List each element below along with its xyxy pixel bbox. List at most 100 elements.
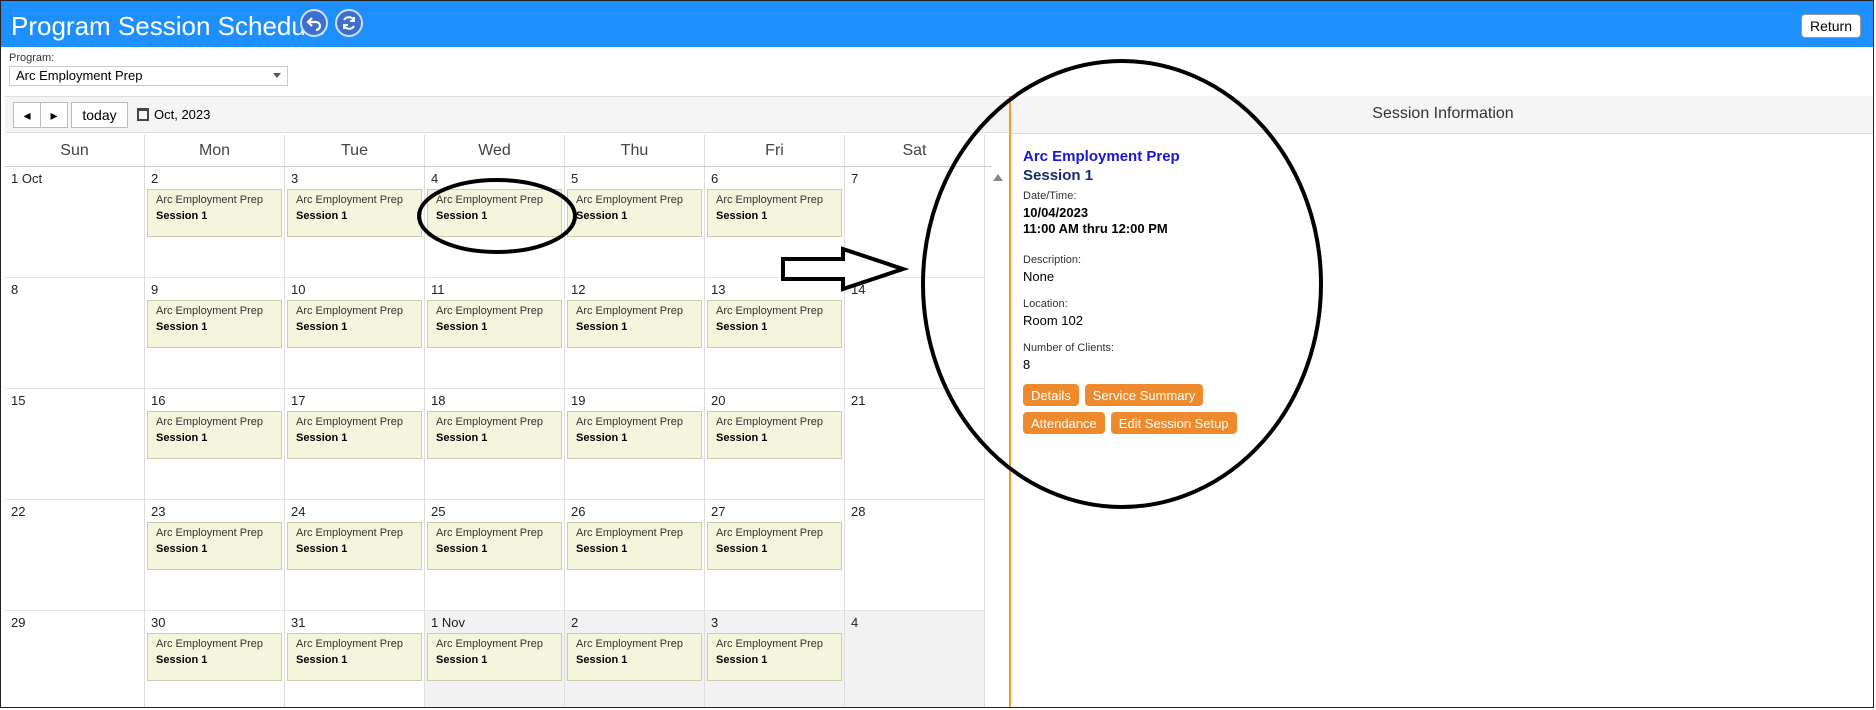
day-number: 22 xyxy=(11,504,26,519)
edit-session-setup-button[interactable]: Edit Session Setup xyxy=(1110,412,1237,434)
session-event[interactable]: Arc Employment Prep Session 1 xyxy=(427,633,562,681)
return-button[interactable]: Return xyxy=(1800,14,1861,38)
calendar-day[interactable]: 25 Arc Employment Prep Session 1 xyxy=(425,500,565,611)
session-event[interactable]: Arc Employment Prep Session 1 xyxy=(707,300,842,348)
next-month-button[interactable]: ▸ xyxy=(40,102,68,128)
event-session: Session 1 xyxy=(156,543,208,555)
calendar-day[interactable]: 4 xyxy=(845,611,985,707)
calendar-week: 8 9 Arc Employment Prep Session 1 10 Arc Empl… xyxy=(5,278,991,389)
calendar-day[interactable]: 6 Arc Employment Prep Session 1 xyxy=(705,167,845,278)
day-number: 26 xyxy=(571,504,586,519)
event-session: Session 1 xyxy=(436,432,488,444)
session-event[interactable]: Arc Employment Prep Session 1 xyxy=(427,189,562,237)
today-button[interactable]: today xyxy=(71,102,128,128)
day-number: 3 xyxy=(711,615,719,630)
program-select[interactable]: Arc Employment Prep xyxy=(9,66,288,86)
calendar-day[interactable]: 23 Arc Employment Prep Session 1 xyxy=(145,500,285,611)
session-event[interactable]: Arc Employment Prep Session 1 xyxy=(147,633,282,681)
session-event[interactable]: Arc Employment Prep Session 1 xyxy=(567,633,702,681)
calendar-day[interactable]: 20 Arc Employment Prep Session 1 xyxy=(705,389,845,500)
calendar-day[interactable]: 14 xyxy=(845,278,985,389)
calendar-day[interactable]: 1 Oct xyxy=(5,167,145,278)
calendar-day[interactable]: 10 Arc Employment Prep Session 1 xyxy=(285,278,425,389)
calendar-day[interactable]: 26 Arc Employment Prep Session 1 xyxy=(565,500,705,611)
scroll-up-icon[interactable] xyxy=(993,174,1003,181)
chevron-down-icon xyxy=(273,73,281,78)
calendar-day[interactable]: 2 Arc Employment Prep Session 1 xyxy=(565,611,705,707)
session-event[interactable]: Arc Employment Prep Session 1 xyxy=(567,300,702,348)
calendar-day[interactable]: 19 Arc Employment Prep Session 1 xyxy=(565,389,705,500)
calendar-day[interactable]: 18 Arc Employment Prep Session 1 xyxy=(425,389,565,500)
session-event[interactable]: Arc Employment Prep Session 1 xyxy=(287,189,422,237)
prev-month-button[interactable]: ◂ xyxy=(13,102,41,128)
page-title: Program Session Schedule xyxy=(11,11,327,41)
day-number: 19 xyxy=(571,393,586,408)
event-program: Arc Employment Prep xyxy=(296,305,403,317)
session-event[interactable]: Arc Employment Prep Session 1 xyxy=(427,300,562,348)
event-session: Session 1 xyxy=(716,543,768,555)
attendance-button[interactable]: Attendance xyxy=(1023,412,1105,434)
details-button[interactable]: Details xyxy=(1023,384,1079,406)
calendar-day[interactable]: 8 xyxy=(5,278,145,389)
clients-label: Number of Clients: xyxy=(1023,342,1115,354)
session-event[interactable]: Arc Employment Prep Session 1 xyxy=(147,189,282,237)
program-label: Program: xyxy=(9,52,55,64)
calendar-day[interactable]: 15 xyxy=(5,389,145,500)
calendar-day[interactable]: 22 xyxy=(5,500,145,611)
day-number: 1 Oct xyxy=(11,171,43,186)
calendar-scrollbar[interactable] xyxy=(991,166,1005,707)
session-event[interactable]: Arc Employment Prep Session 1 xyxy=(707,522,842,570)
day-number: 24 xyxy=(291,504,306,519)
session-event[interactable]: Arc Employment Prep Session 1 xyxy=(567,189,702,237)
day-number: 16 xyxy=(151,393,166,408)
session-event[interactable]: Arc Employment Prep Session 1 xyxy=(427,411,562,459)
calendar-day[interactable]: 28 xyxy=(845,500,985,611)
session-event[interactable]: Arc Employment Prep Session 1 xyxy=(287,300,422,348)
session-event[interactable]: Arc Employment Prep Session 1 xyxy=(707,189,842,237)
session-event[interactable]: Arc Employment Prep Session 1 xyxy=(147,411,282,459)
calendar-day[interactable]: 3 Arc Employment Prep Session 1 xyxy=(705,611,845,707)
calendar-day[interactable]: 21 xyxy=(845,389,985,500)
calendar-day[interactable]: 5 Arc Employment Prep Session 1 xyxy=(565,167,705,278)
refresh-icon[interactable] xyxy=(335,9,363,37)
calendar-toolbar: ◂ ▸ today Oct, 2023 xyxy=(5,96,1009,133)
month-picker[interactable]: Oct, 2023 xyxy=(137,107,210,122)
day-number: 4 xyxy=(851,615,859,630)
day-number: 2 xyxy=(571,615,579,630)
day-number: 10 xyxy=(291,282,306,297)
calendar-day[interactable]: 7 xyxy=(845,167,985,278)
session-event[interactable]: Arc Employment Prep Session 1 xyxy=(147,522,282,570)
calendar-day[interactable]: 11 Arc Employment Prep Session 1 xyxy=(425,278,565,389)
session-event[interactable]: Arc Employment Prep Session 1 xyxy=(707,411,842,459)
calendar-day[interactable]: 29 xyxy=(5,611,145,707)
calendar-day[interactable]: 24 Arc Employment Prep Session 1 xyxy=(285,500,425,611)
session-event[interactable]: Arc Employment Prep Session 1 xyxy=(567,522,702,570)
calendar-day[interactable]: 1 Nov Arc Employment Prep Session 1 xyxy=(425,611,565,707)
calendar-week: 29 30 Arc Employment Prep Session 1 31 Arc Em… xyxy=(5,611,991,707)
event-program: Arc Employment Prep xyxy=(156,305,263,317)
calendar-day[interactable]: 12 Arc Employment Prep Session 1 xyxy=(565,278,705,389)
weekday-fri: Fri xyxy=(705,135,845,166)
calendar-day[interactable]: 16 Arc Employment Prep Session 1 xyxy=(145,389,285,500)
calendar-day[interactable]: 27 Arc Employment Prep Session 1 xyxy=(705,500,845,611)
calendar-day[interactable]: 9 Arc Employment Prep Session 1 xyxy=(145,278,285,389)
calendar-day[interactable]: 30 Arc Employment Prep Session 1 xyxy=(145,611,285,707)
undo-icon[interactable] xyxy=(300,9,328,37)
calendar-day[interactable]: 17 Arc Employment Prep Session 1 xyxy=(285,389,425,500)
session-event[interactable]: Arc Employment Prep Session 1 xyxy=(147,300,282,348)
calendar-day[interactable]: 31 Arc Employment Prep Session 1 xyxy=(285,611,425,707)
session-event[interactable]: Arc Employment Prep Session 1 xyxy=(287,522,422,570)
calendar-day[interactable]: 13 Arc Employment Prep Session 1 xyxy=(705,278,845,389)
session-event[interactable]: Arc Employment Prep Session 1 xyxy=(287,633,422,681)
session-time: 11:00 AM thru 12:00 PM xyxy=(1023,221,1168,236)
event-session: Session 1 xyxy=(716,321,768,333)
service-summary-button[interactable]: Service Summary xyxy=(1084,384,1204,406)
calendar-day[interactable]: 4 Arc Employment Prep Session 1 xyxy=(425,167,565,278)
session-event[interactable]: Arc Employment Prep Session 1 xyxy=(707,633,842,681)
event-program: Arc Employment Prep xyxy=(716,305,823,317)
calendar-day[interactable]: 2 Arc Employment Prep Session 1 xyxy=(145,167,285,278)
session-event[interactable]: Arc Employment Prep Session 1 xyxy=(567,411,702,459)
calendar-day[interactable]: 3 Arc Employment Prep Session 1 xyxy=(285,167,425,278)
session-event[interactable]: Arc Employment Prep Session 1 xyxy=(427,522,562,570)
session-event[interactable]: Arc Employment Prep Session 1 xyxy=(287,411,422,459)
